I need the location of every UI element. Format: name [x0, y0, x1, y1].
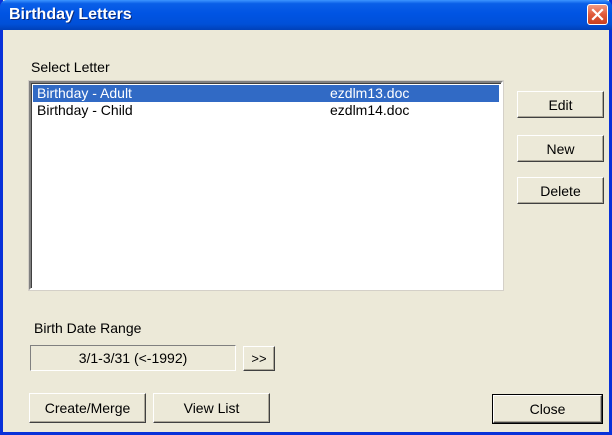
letter-listbox[interactable]: Birthday - Adult ezdlm13.doc Birthday - … [29, 81, 503, 290]
birth-date-range-field: 3/1-3/31 (<-1992) [30, 345, 236, 371]
view-list-button[interactable]: View List [153, 393, 270, 423]
birth-date-range-label: Birth Date Range [34, 320, 142, 336]
edit-button[interactable]: Edit [517, 91, 604, 118]
list-item[interactable]: Birthday - Adult ezdlm13.doc [33, 85, 499, 102]
delete-button[interactable]: Delete [517, 177, 604, 204]
birthday-letters-dialog: Birthday Letters Select Letter Birthday … [0, 0, 612, 435]
create-merge-button[interactable]: Create/Merge [29, 393, 146, 423]
title-bar[interactable]: Birthday Letters [0, 0, 612, 30]
letter-file: ezdlm13.doc [330, 85, 410, 101]
letter-name: Birthday - Adult [37, 85, 132, 101]
new-button[interactable]: New [517, 135, 604, 162]
window-title: Birthday Letters [9, 6, 132, 23]
letter-file: ezdlm14.doc [330, 102, 410, 118]
close-button[interactable]: Close [492, 394, 603, 424]
range-picker-button[interactable]: >> [243, 346, 275, 371]
list-item[interactable]: Birthday - Child ezdlm14.doc [33, 102, 499, 119]
select-letter-label: Select Letter [31, 59, 110, 75]
birth-date-range-value: 3/1-3/31 (<-1992) [78, 350, 188, 366]
close-icon [591, 8, 604, 21]
letter-name: Birthday - Child [37, 102, 133, 118]
close-window-button[interactable] [587, 4, 608, 25]
